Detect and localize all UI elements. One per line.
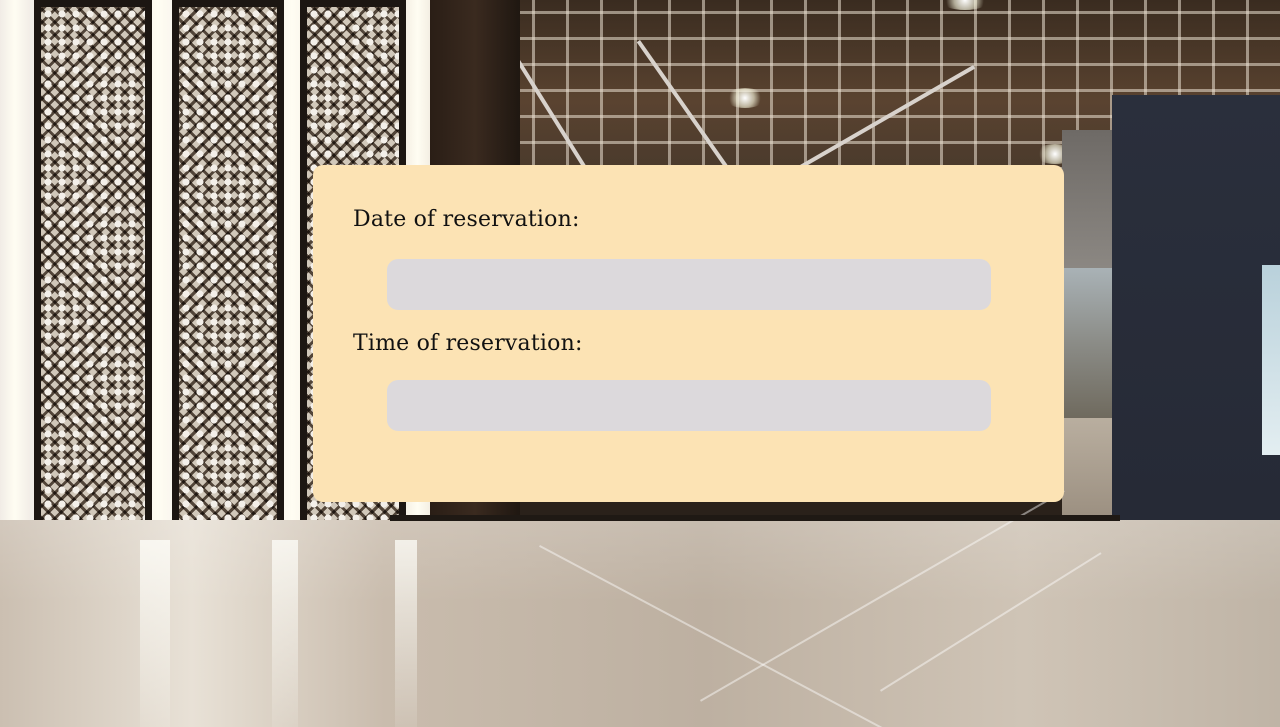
ceiling-light bbox=[725, 88, 765, 108]
polished-floor bbox=[0, 520, 1280, 727]
window bbox=[1262, 265, 1280, 455]
floor-reflection bbox=[140, 540, 170, 727]
reservation-form-card: Date of reservation: Time of reservation… bbox=[313, 165, 1064, 502]
date-of-reservation-input[interactable] bbox=[387, 259, 991, 310]
date-of-reservation-label: Date of reservation: bbox=[353, 207, 580, 232]
baseboard bbox=[390, 515, 1120, 521]
time-of-reservation-label: Time of reservation: bbox=[353, 331, 583, 356]
lattice-panel bbox=[172, 0, 284, 550]
lattice-panel bbox=[34, 0, 152, 552]
wall-light-strip bbox=[0, 0, 30, 550]
floor-reflection bbox=[395, 540, 417, 727]
floor-reflection bbox=[272, 540, 298, 727]
dark-wall-panel bbox=[1112, 95, 1280, 520]
time-of-reservation-input[interactable] bbox=[387, 380, 991, 431]
